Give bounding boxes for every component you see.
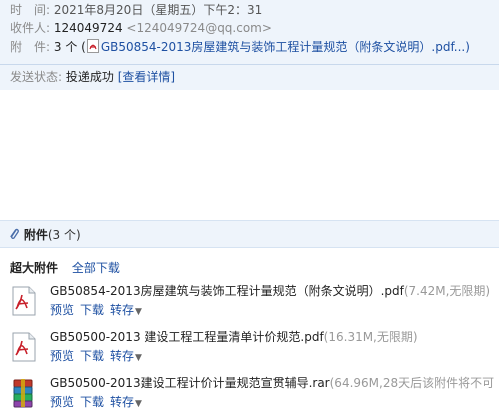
save-to-link[interactable]: 转存▼: [110, 349, 142, 363]
attachment-count: 3 个 (: [53, 40, 86, 54]
attachment-item: GB50500-2013建设工程计价计量规范宣贯辅导.rar(64.96M,28…: [10, 374, 499, 413]
download-all-link[interactable]: 全部下载: [72, 261, 120, 275]
pdf-icon: [86, 39, 99, 53]
rar-icon: [13, 379, 33, 408]
chevron-down-icon: ▼: [135, 399, 142, 409]
pdf-icon: [12, 332, 36, 362]
pdf-icon: [12, 286, 36, 316]
recipient-label: 收件人:: [10, 21, 51, 35]
super-attachment-label: 超大附件: [10, 261, 59, 275]
chevron-down-icon: ▼: [135, 307, 142, 317]
status-value: 投递成功: [65, 70, 114, 84]
recipient-email[interactable]: <124049724@qq.com>: [126, 21, 272, 35]
attachment-label: 附 件:: [10, 40, 51, 54]
preview-link[interactable]: 预览: [50, 395, 74, 409]
attachment-first-link[interactable]: GB50854-2013房屋建筑与装饰工程计量规范（附条文说明）.pdf...): [101, 40, 470, 54]
mail-header: 时 间: 2021年8月20日（星期五）下午2：31 收件人: 12404972…: [0, 0, 499, 90]
attachments-count: (3 个): [47, 228, 81, 242]
attachment-item: GB50854-2013房屋建筑与装饰工程计量规范（附条文说明）.pdf(7.4…: [10, 282, 499, 322]
file-meta: (7.42M,无限期): [403, 284, 491, 298]
save-to-link[interactable]: 转存▼: [110, 395, 142, 409]
save-to-label: 转存: [110, 303, 135, 317]
send-status-row: 发送状态: 投递成功 [查看详情]: [0, 64, 499, 88]
file-meta: (16.31M,无限期): [323, 330, 418, 344]
time-value: 2021年8月20日（星期五）下午2：31: [53, 3, 263, 17]
file-meta: (64.96M,28天后该附件将不可: [329, 376, 495, 390]
attachments-title: 附件: [23, 228, 48, 242]
time-label: 时 间:: [10, 3, 51, 17]
super-attachment-row: 超大附件 全部下载: [10, 260, 120, 276]
recipient-row: 收件人: 124049724 <124049724@qq.com>: [10, 19, 272, 37]
save-to-label: 转存: [110, 395, 135, 409]
paperclip-icon: [10, 228, 19, 239]
file-name[interactable]: GB50854-2013房屋建筑与装饰工程计量规范（附条文说明）.pdf: [50, 284, 404, 298]
file-name[interactable]: GB50500-2013建设工程计价计量规范宣贯辅导.rar: [50, 376, 330, 390]
chevron-down-icon: ▼: [135, 353, 142, 363]
save-to-link[interactable]: 转存▼: [110, 303, 142, 317]
download-link[interactable]: 下载: [80, 303, 104, 317]
preview-link[interactable]: 预览: [50, 303, 74, 317]
preview-link[interactable]: 预览: [50, 349, 74, 363]
time-row: 时 间: 2021年8月20日（星期五）下午2：31: [10, 1, 262, 19]
attachment-row: 附 件: 3 个 ( GB50854-2013房屋建筑与装饰工程计量规范（附条文说…: [10, 38, 470, 56]
recipient-name[interactable]: 124049724: [54, 21, 123, 35]
attachments-bar: 附件(3 个): [0, 220, 499, 248]
download-link[interactable]: 下载: [80, 395, 104, 409]
file-name[interactable]: GB50500-2013 建设工程工程量清单计价规范.pdf: [50, 330, 324, 344]
save-to-label: 转存: [110, 349, 135, 363]
attachment-item: GB50500-2013 建设工程工程量清单计价规范.pdf(16.31M,无限…: [10, 328, 499, 368]
status-label: 发送状态:: [10, 70, 63, 84]
status-detail-link[interactable]: [查看详情]: [118, 70, 175, 84]
download-link[interactable]: 下载: [80, 349, 104, 363]
